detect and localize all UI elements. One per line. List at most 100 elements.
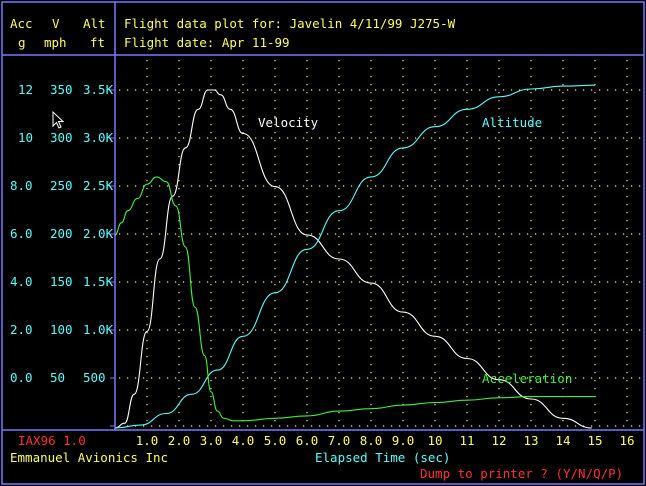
grid-dot [639, 233, 641, 235]
grid-dot [274, 212, 276, 214]
grid-dot [210, 348, 212, 350]
grid-dot [594, 188, 596, 190]
grid-dot [242, 252, 244, 254]
grid-dot [146, 300, 148, 302]
grid-dot [402, 396, 404, 398]
grid-dot [175, 185, 177, 187]
grid-dot [191, 425, 193, 427]
grid-dot [434, 300, 436, 302]
grid-dot [127, 329, 129, 331]
grid-dot [527, 425, 529, 427]
grid-dot [210, 332, 212, 334]
grid-dot [471, 329, 473, 331]
grid-dot [639, 425, 641, 427]
grid-dot [178, 68, 180, 70]
grid-dot [311, 233, 313, 235]
grid-dot [567, 185, 569, 187]
grid-dot [594, 324, 596, 326]
grid-dot [159, 185, 161, 187]
grid-dot [562, 148, 564, 150]
grid-dot [242, 92, 244, 94]
grid-dot [631, 281, 633, 283]
grid-dot [306, 268, 308, 270]
grid-dot [530, 140, 532, 142]
grid-dot [370, 388, 372, 390]
grid-dot [562, 404, 564, 406]
grid-dot [210, 276, 212, 278]
grid-dot [338, 332, 340, 334]
grid-dot [594, 116, 596, 118]
flight-date: Flight date: Apr 11-99 [124, 35, 290, 50]
grid-dot [530, 356, 532, 358]
grid-dot [183, 185, 185, 187]
grid-dot [626, 324, 628, 326]
grid-dot [594, 108, 596, 110]
acc-unit-label: g [18, 35, 26, 50]
grid-dot [306, 236, 308, 238]
grid-dot [306, 172, 308, 174]
grid-dot [210, 132, 212, 134]
grid-dot [287, 377, 289, 379]
grid-dot [210, 308, 212, 310]
grid-dot [562, 84, 564, 86]
grid-dot [223, 329, 225, 331]
grid-dot [247, 185, 249, 187]
grid-dot [306, 148, 308, 150]
grid-dot [338, 396, 340, 398]
grid-dot [242, 332, 244, 334]
grid-dot [338, 388, 340, 390]
grid-dot [146, 180, 148, 182]
grid-dot [338, 276, 340, 278]
grid-dot [306, 244, 308, 246]
grid-dot [487, 281, 489, 283]
grid-dot [498, 252, 500, 254]
grid-dot [178, 276, 180, 278]
grid-dot [370, 108, 372, 110]
grid-dot [434, 188, 436, 190]
grid-dot [594, 180, 596, 182]
grid-dot [207, 137, 209, 139]
grid-dot [311, 89, 313, 91]
grid-dot [498, 92, 500, 94]
grid-dot [178, 204, 180, 206]
grid-dot [530, 252, 532, 254]
grid-dot [242, 340, 244, 342]
grid-dot [167, 425, 169, 427]
grid-dot [370, 132, 372, 134]
grid-dot [434, 292, 436, 294]
grid-dot [370, 348, 372, 350]
grid-dot [575, 425, 577, 427]
grid-dot [530, 228, 532, 230]
grid-dot [498, 148, 500, 150]
grid-dot [338, 292, 340, 294]
grid-dot [575, 233, 577, 235]
grid-dot [466, 236, 468, 238]
x-tick-label: 6.0 [296, 433, 319, 448]
grid-dot [274, 420, 276, 422]
grid-dot [402, 164, 404, 166]
grid-dot [370, 324, 372, 326]
grid-dot [242, 180, 244, 182]
grid-dot [626, 252, 628, 254]
grid-dot [199, 137, 201, 139]
grid-dot [503, 185, 505, 187]
grid-dot [210, 228, 212, 230]
grid-dot [498, 140, 500, 142]
grid-dot [370, 164, 372, 166]
grid-dot [594, 236, 596, 238]
print-prompt[interactable]: Dump to printer ? (Y/N/Q/P) [420, 466, 623, 481]
grid-dot [146, 196, 148, 198]
grid-dot [447, 137, 449, 139]
grid-dot [594, 268, 596, 270]
grid-dot [127, 137, 129, 139]
grid-dot [306, 332, 308, 334]
grid-dot [375, 185, 377, 187]
grid-dot [370, 284, 372, 286]
grid-dot [178, 236, 180, 238]
grid-dot [599, 89, 601, 91]
grid-dot [351, 185, 353, 187]
grid-dot [178, 92, 180, 94]
grid-dot [562, 60, 564, 62]
grid-dot [306, 396, 308, 398]
grid-dot [178, 124, 180, 126]
